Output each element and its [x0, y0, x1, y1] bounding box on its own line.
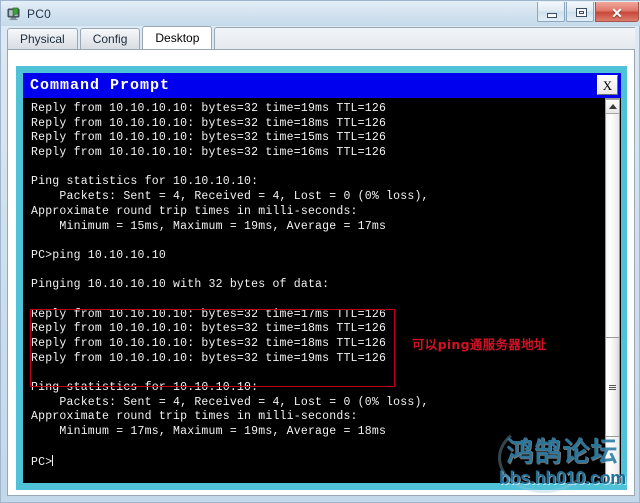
minimize-icon [547, 13, 557, 18]
window-titlebar: PC0 ✕ [1, 1, 640, 26]
close-icon: ✕ [611, 4, 623, 21]
terminal-line: Minimum = 15ms, Maximum = 19ms, Average … [31, 219, 387, 233]
window-title: PC0 [27, 6, 51, 21]
terminal-line: Reply from 10.10.10.10: bytes=32 time=18… [31, 337, 387, 350]
maximize-button[interactable] [566, 2, 594, 22]
terminal-line: Packets: Sent = 4, Received = 4, Lost = … [31, 190, 429, 204]
terminal-line: Pinging 10.10.10.10 with 32 bytes of dat… [31, 278, 330, 292]
command-prompt-window: Command Prompt X Reply from 10.10.10.10:… [23, 73, 621, 483]
terminal-scrollbar[interactable] [603, 98, 621, 483]
tab-strip-filler [214, 27, 635, 49]
command-prompt-title: Command Prompt [30, 77, 171, 94]
tab-bar: Physical Config Desktop [7, 26, 635, 49]
tab-desktop[interactable]: Desktop [142, 26, 213, 49]
tab-physical[interactable]: Physical [7, 28, 78, 49]
terminal-line: Reply from 10.10.10.10: bytes=32 time=18… [31, 116, 387, 130]
desktop-panel: Command Prompt X Reply from 10.10.10.10:… [7, 49, 635, 496]
scroll-up-arrow-icon [608, 104, 617, 109]
minimize-button[interactable] [537, 2, 565, 22]
application-window: PC0 ✕ Physical Config Desktop Command Pr… [0, 0, 640, 503]
terminal-app-frame: Command Prompt X Reply from 10.10.10.10:… [16, 66, 627, 490]
scrollbar-grip-icon [609, 384, 616, 390]
screenshot-root: PC0 ✕ Physical Config Desktop Command Pr… [0, 0, 640, 503]
annotation-label: 可以ping通服务器地址 [412, 337, 547, 352]
terminal-line: Ping statistics for 10.10.10.10: [31, 381, 259, 395]
terminal-line: Approximate round trip times in milli-se… [31, 410, 358, 424]
terminal-line: PC>ping 10.10.10.10 [31, 248, 166, 262]
close-button[interactable]: ✕ [595, 2, 639, 22]
terminal-line: PC> [31, 454, 54, 469]
terminal-output-area[interactable]: Reply from 10.10.10.10: bytes=32 time=19… [23, 98, 621, 483]
terminal-line: Minimum = 17ms, Maximum = 19ms, Average … [31, 425, 387, 439]
tab-config[interactable]: Config [79, 28, 141, 49]
maximize-icon [576, 8, 587, 17]
terminal-line: Reply from 10.10.10.10: bytes=32 time=15… [31, 131, 387, 145]
terminal-line: Ping statistics for 10.10.10.10: [31, 175, 259, 189]
command-prompt-titlebar: Command Prompt X [23, 73, 621, 98]
terminal-line: Reply from 10.10.10.10: bytes=32 time=17… [31, 307, 387, 321]
terminal-line: Reply from 10.10.10.10: bytes=32 time=18… [31, 322, 387, 336]
terminal-line: Reply from 10.10.10.10: bytes=32 time=16… [31, 146, 387, 160]
terminal-line: Approximate round trip times in milli-se… [31, 204, 358, 218]
window-controls: ✕ [536, 2, 639, 24]
scroll-up-button[interactable] [605, 99, 620, 114]
scrollbar-thumb[interactable] [605, 337, 620, 437]
terminal-caret [52, 454, 54, 466]
terminal-line: Reply from 10.10.10.10: bytes=32 time=19… [31, 351, 387, 365]
terminal-line: Reply from 10.10.10.10: bytes=32 time=19… [31, 102, 387, 115]
command-prompt-close-button[interactable]: X [597, 75, 618, 95]
terminal-line: Packets: Sent = 4, Received = 4, Lost = … [31, 395, 429, 409]
terminal-text: Reply from 10.10.10.10: bytes=32 time=19… [31, 102, 429, 469]
pc-device-icon [6, 6, 22, 22]
